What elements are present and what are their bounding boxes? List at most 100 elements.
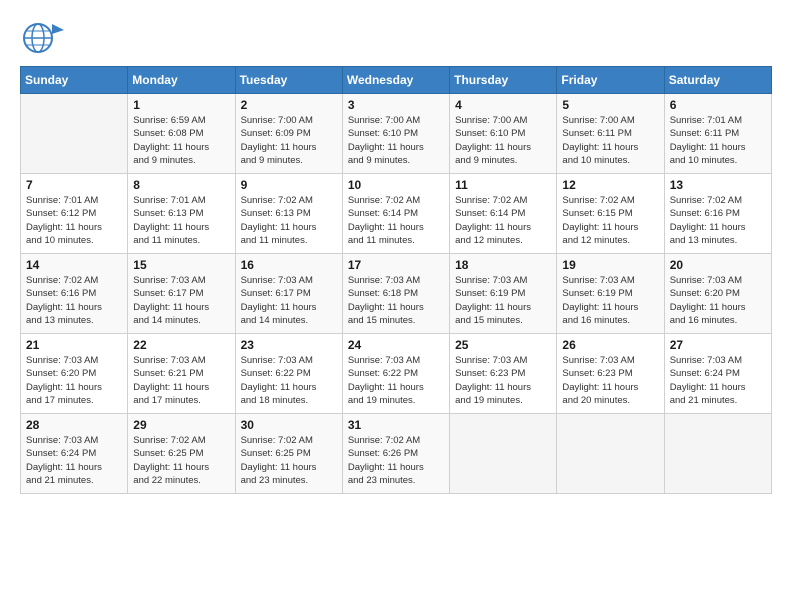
calendar-header-row: SundayMondayTuesdayWednesdayThursdayFrid… — [21, 67, 772, 94]
calendar-cell: 25 Sunrise: 7:03 AMSunset: 6:23 PMDayligh… — [450, 334, 557, 414]
day-info: Sunrise: 7:03 AMSunset: 6:24 PMDaylight:… — [26, 434, 122, 487]
calendar-week-row: 1 Sunrise: 6:59 AMSunset: 6:08 PMDaylight… — [21, 94, 772, 174]
day-of-week-header: Saturday — [664, 67, 771, 94]
day-of-week-header: Friday — [557, 67, 664, 94]
day-number: 29 — [133, 418, 229, 432]
day-info: Sunrise: 7:00 AMSunset: 6:09 PMDaylight:… — [241, 114, 337, 167]
day-number: 25 — [455, 338, 551, 352]
day-of-week-header: Monday — [128, 67, 235, 94]
day-number: 24 — [348, 338, 444, 352]
calendar-cell: 19 Sunrise: 7:03 AMSunset: 6:19 PMDayligh… — [557, 254, 664, 334]
page-header — [20, 20, 772, 56]
calendar-cell: 11 Sunrise: 7:02 AMSunset: 6:14 PMDayligh… — [450, 174, 557, 254]
calendar-cell: 20 Sunrise: 7:03 AMSunset: 6:20 PMDayligh… — [664, 254, 771, 334]
calendar-week-row: 7 Sunrise: 7:01 AMSunset: 6:12 PMDaylight… — [21, 174, 772, 254]
day-info: Sunrise: 6:59 AMSunset: 6:08 PMDaylight:… — [133, 114, 229, 167]
day-number: 15 — [133, 258, 229, 272]
day-number: 13 — [670, 178, 766, 192]
day-of-week-header: Wednesday — [342, 67, 449, 94]
logo-icon — [20, 20, 64, 56]
day-info: Sunrise: 7:01 AMSunset: 6:11 PMDaylight:… — [670, 114, 766, 167]
day-number: 17 — [348, 258, 444, 272]
day-number: 18 — [455, 258, 551, 272]
day-info: Sunrise: 7:03 AMSunset: 6:20 PMDaylight:… — [670, 274, 766, 327]
day-info: Sunrise: 7:03 AMSunset: 6:22 PMDaylight:… — [241, 354, 337, 407]
calendar-week-row: 14 Sunrise: 7:02 AMSunset: 6:16 PMDayligh… — [21, 254, 772, 334]
calendar-cell: 7 Sunrise: 7:01 AMSunset: 6:12 PMDaylight… — [21, 174, 128, 254]
day-info: Sunrise: 7:03 AMSunset: 6:17 PMDaylight:… — [133, 274, 229, 327]
calendar-cell: 8Sunrise: 7:01 AMSunset: 6:13 PMDaylight… — [128, 174, 235, 254]
day-info: Sunrise: 7:03 AMSunset: 6:23 PMDaylight:… — [455, 354, 551, 407]
day-number: 21 — [26, 338, 122, 352]
calendar-cell: 4 Sunrise: 7:00 AMSunset: 6:10 PMDaylight… — [450, 94, 557, 174]
day-number: 2 — [241, 98, 337, 112]
calendar-cell: 2 Sunrise: 7:00 AMSunset: 6:09 PMDaylight… — [235, 94, 342, 174]
day-info: Sunrise: 7:01 AMSunset: 6:12 PMDaylight:… — [26, 194, 122, 247]
day-of-week-header: Sunday — [21, 67, 128, 94]
day-number: 22 — [133, 338, 229, 352]
calendar-cell: 29 Sunrise: 7:02 AMSunset: 6:25 PMDayligh… — [128, 414, 235, 494]
day-of-week-header: Thursday — [450, 67, 557, 94]
day-info: Sunrise: 7:03 AMSunset: 6:17 PMDaylight:… — [241, 274, 337, 327]
calendar-cell: 10 Sunrise: 7:02 AMSunset: 6:14 PMDayligh… — [342, 174, 449, 254]
logo — [20, 20, 70, 56]
day-info: Sunrise: 7:02 AMSunset: 6:25 PMDaylight:… — [241, 434, 337, 487]
calendar-cell: 22 Sunrise: 7:03 AMSunset: 6:21 PMDayligh… — [128, 334, 235, 414]
day-info: Sunrise: 7:03 AMSunset: 6:19 PMDaylight:… — [562, 274, 658, 327]
day-info: Sunrise: 7:03 AMSunset: 6:23 PMDaylight:… — [562, 354, 658, 407]
calendar-cell: 31 Sunrise: 7:02 AMSunset: 6:26 PMDayligh… — [342, 414, 449, 494]
calendar-cell: 27 Sunrise: 7:03 AMSunset: 6:24 PMDayligh… — [664, 334, 771, 414]
day-info: Sunrise: 7:00 AMSunset: 6:10 PMDaylight:… — [455, 114, 551, 167]
day-info: Sunrise: 7:01 AMSunset: 6:13 PMDaylight:… — [133, 194, 229, 247]
day-info: Sunrise: 7:02 AMSunset: 6:26 PMDaylight:… — [348, 434, 444, 487]
day-number: 26 — [562, 338, 658, 352]
calendar-cell: 1 Sunrise: 6:59 AMSunset: 6:08 PMDaylight… — [128, 94, 235, 174]
calendar-cell: 21Sunrise: 7:03 AMSunset: 6:20 PMDayligh… — [21, 334, 128, 414]
day-info: Sunrise: 7:00 AMSunset: 6:10 PMDaylight:… — [348, 114, 444, 167]
calendar-cell: 30 Sunrise: 7:02 AMSunset: 6:25 PMDayligh… — [235, 414, 342, 494]
calendar-cell: 5 Sunrise: 7:00 AMSunset: 6:11 PMDaylight… — [557, 94, 664, 174]
day-info: Sunrise: 7:02 AMSunset: 6:14 PMDaylight:… — [455, 194, 551, 247]
day-number: 3 — [348, 98, 444, 112]
day-number: 20 — [670, 258, 766, 272]
day-number: 19 — [562, 258, 658, 272]
day-info: Sunrise: 7:03 AMSunset: 6:18 PMDaylight:… — [348, 274, 444, 327]
calendar-cell: 17 Sunrise: 7:03 AMSunset: 6:18 PMDayligh… — [342, 254, 449, 334]
day-info: Sunrise: 7:02 AMSunset: 6:16 PMDaylight:… — [670, 194, 766, 247]
day-info: Sunrise: 7:02 AMSunset: 6:13 PMDaylight:… — [241, 194, 337, 247]
day-number: 27 — [670, 338, 766, 352]
day-info: Sunrise: 7:03 AMSunset: 6:21 PMDaylight:… — [133, 354, 229, 407]
day-number: 10 — [348, 178, 444, 192]
day-number: 11 — [455, 178, 551, 192]
day-number: 5 — [562, 98, 658, 112]
day-number: 14 — [26, 258, 122, 272]
day-number: 6 — [670, 98, 766, 112]
day-info: Sunrise: 7:03 AMSunset: 6:19 PMDaylight:… — [455, 274, 551, 327]
calendar-cell: 14 Sunrise: 7:02 AMSunset: 6:16 PMDayligh… — [21, 254, 128, 334]
day-of-week-header: Tuesday — [235, 67, 342, 94]
day-number: 23 — [241, 338, 337, 352]
day-number: 30 — [241, 418, 337, 432]
calendar-cell: 23 Sunrise: 7:03 AMSunset: 6:22 PMDayligh… — [235, 334, 342, 414]
day-number: 7 — [26, 178, 122, 192]
calendar-cell: 24 Sunrise: 7:03 AMSunset: 6:22 PMDayligh… — [342, 334, 449, 414]
day-number: 1 — [133, 98, 229, 112]
calendar-cell: 16 Sunrise: 7:03 AMSunset: 6:17 PMDayligh… — [235, 254, 342, 334]
calendar-cell: 3 Sunrise: 7:00 AMSunset: 6:10 PMDaylight… — [342, 94, 449, 174]
day-number: 31 — [348, 418, 444, 432]
calendar-cell: 26 Sunrise: 7:03 AMSunset: 6:23 PMDayligh… — [557, 334, 664, 414]
day-info: Sunrise: 7:02 AMSunset: 6:25 PMDaylight:… — [133, 434, 229, 487]
day-info: Sunrise: 7:03 AMSunset: 6:24 PMDaylight:… — [670, 354, 766, 407]
day-number: 9 — [241, 178, 337, 192]
calendar-cell — [664, 414, 771, 494]
day-info: Sunrise: 7:02 AMSunset: 6:15 PMDaylight:… — [562, 194, 658, 247]
day-info: Sunrise: 7:02 AMSunset: 6:16 PMDaylight:… — [26, 274, 122, 327]
day-info: Sunrise: 7:00 AMSunset: 6:11 PMDaylight:… — [562, 114, 658, 167]
calendar-cell: 12Sunrise: 7:02 AMSunset: 6:15 PMDayligh… — [557, 174, 664, 254]
calendar-cell: 9 Sunrise: 7:02 AMSunset: 6:13 PMDaylight… — [235, 174, 342, 254]
calendar-cell: 15 Sunrise: 7:03 AMSunset: 6:17 PMDayligh… — [128, 254, 235, 334]
day-info: Sunrise: 7:02 AMSunset: 6:14 PMDaylight:… — [348, 194, 444, 247]
day-info: Sunrise: 7:03 AMSunset: 6:22 PMDaylight:… — [348, 354, 444, 407]
day-number: 4 — [455, 98, 551, 112]
day-number: 16 — [241, 258, 337, 272]
